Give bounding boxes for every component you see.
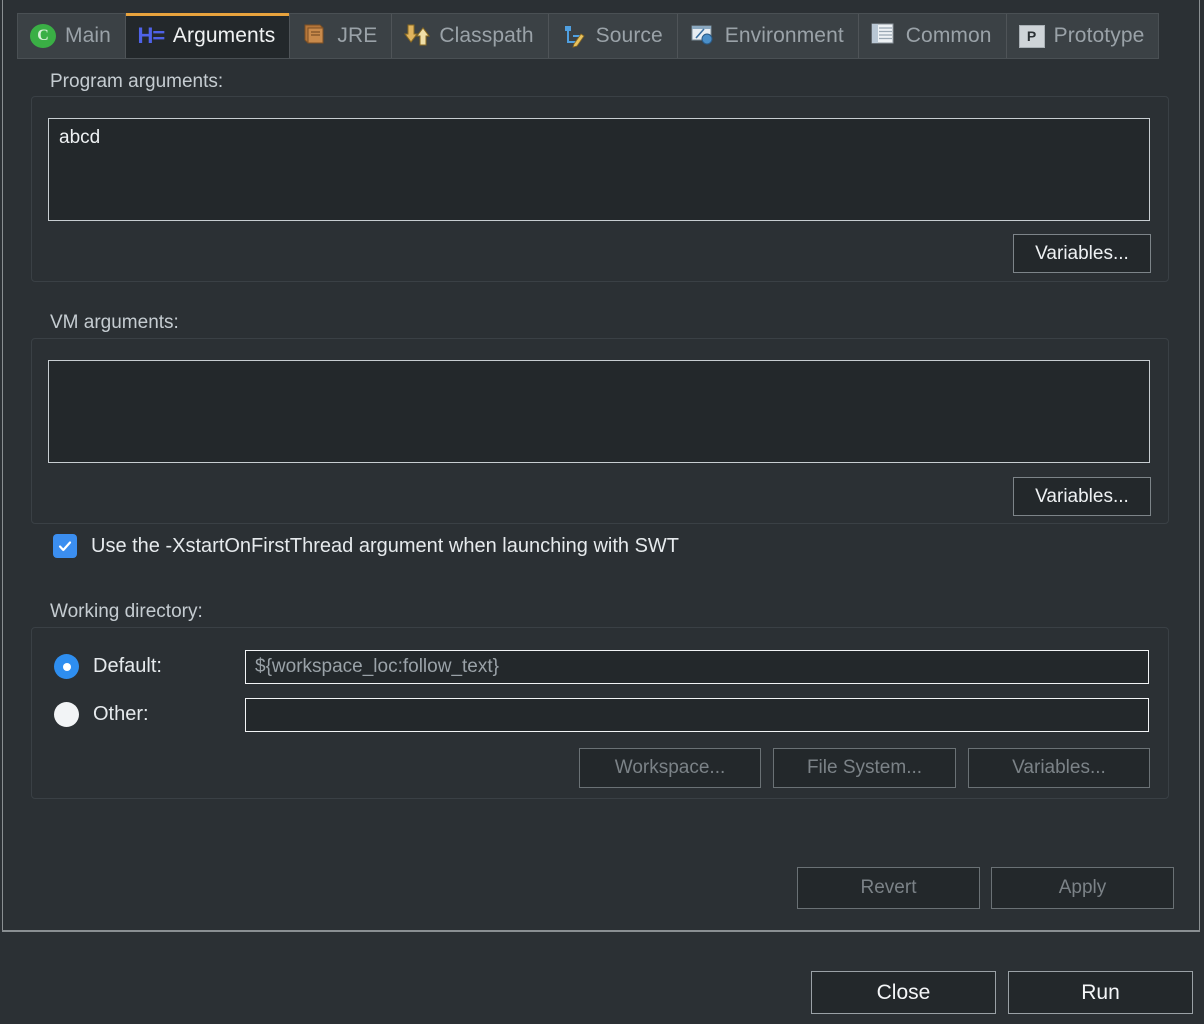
working-directory-variables-button[interactable]: Variables... <box>968 748 1150 788</box>
tab-classpath-label: Classpath <box>439 24 534 47</box>
tab-environment-label: Environment <box>724 24 844 47</box>
environment-icon <box>690 23 716 49</box>
program-arguments-input[interactable]: abcd <box>48 118 1150 221</box>
working-directory-default-label: Default: <box>93 655 162 677</box>
tab-classpath[interactable]: Classpath <box>392 14 549 58</box>
prototype-icon: P <box>1018 24 1045 48</box>
apply-button[interactable]: Apply <box>991 867 1174 909</box>
lined-sheet-icon <box>871 23 897 49</box>
tab-main[interactable]: C Main <box>18 14 126 58</box>
tab-environment[interactable]: Environment <box>677 14 859 58</box>
revert-button[interactable]: Revert <box>797 867 980 909</box>
working-directory-other-label: Other: <box>93 703 149 725</box>
working-directory-default-radio-row[interactable]: Default: <box>54 654 162 679</box>
program-arguments-label: Program arguments: <box>50 71 224 92</box>
tab-arguments[interactable]: H= Arguments <box>125 13 291 58</box>
file-system-button[interactable]: File System... <box>773 748 956 788</box>
tab-prototype[interactable]: P Prototype <box>1006 14 1159 58</box>
swt-xstartonfirstthread-checkbox-row[interactable]: Use the -XstartOnFirstThread argument wh… <box>53 534 679 558</box>
run-configuration-dialog: C Main H= Arguments JRE Classpath Source… <box>0 0 1204 1024</box>
radio-unselected-icon[interactable] <box>54 702 79 727</box>
swt-option-label: Use the -XstartOnFirstThread argument wh… <box>91 534 680 557</box>
tab-common[interactable]: Common <box>858 14 1007 58</box>
checkbox-checked-icon[interactable] <box>53 534 77 558</box>
configuration-panel: C Main H= Arguments JRE Classpath Source… <box>2 0 1200 931</box>
tab-jre-label: JRE <box>337 24 378 47</box>
arrows-icon <box>404 23 431 49</box>
radio-selected-icon[interactable] <box>54 654 79 679</box>
tab-arguments-label: Arguments <box>172 24 276 47</box>
working-directory-other-radio-row[interactable]: Other: <box>54 702 149 727</box>
java-class-icon: C <box>30 24 56 48</box>
arguments-icon: H= <box>137 23 166 48</box>
working-directory-other-input[interactable] <box>245 698 1149 732</box>
book-icon <box>302 23 328 49</box>
vm-arguments-input[interactable] <box>48 360 1150 463</box>
tab-source[interactable]: Source <box>548 14 678 58</box>
tab-main-label: Main <box>65 24 111 47</box>
tab-jre[interactable]: JRE <box>290 14 393 58</box>
dialog-separator <box>2 930 1200 932</box>
workspace-button[interactable]: Workspace... <box>579 748 761 788</box>
tab-bar: C Main H= Arguments JRE Classpath Source… <box>17 13 1160 59</box>
source-pencil-icon <box>561 23 587 49</box>
tab-prototype-label: Prototype <box>1053 24 1145 47</box>
working-directory-default-input[interactable]: ${workspace_loc:follow_text} <box>245 650 1149 684</box>
close-button[interactable]: Close <box>811 971 996 1014</box>
vm-arguments-variables-button[interactable]: Variables... <box>1013 477 1151 516</box>
run-button[interactable]: Run <box>1008 971 1193 1014</box>
vm-arguments-label: VM arguments: <box>50 312 179 333</box>
tab-common-label: Common <box>905 24 992 47</box>
program-arguments-variables-button[interactable]: Variables... <box>1013 234 1151 273</box>
tab-source-label: Source <box>595 24 663 47</box>
working-directory-label: Working directory: <box>50 601 203 622</box>
